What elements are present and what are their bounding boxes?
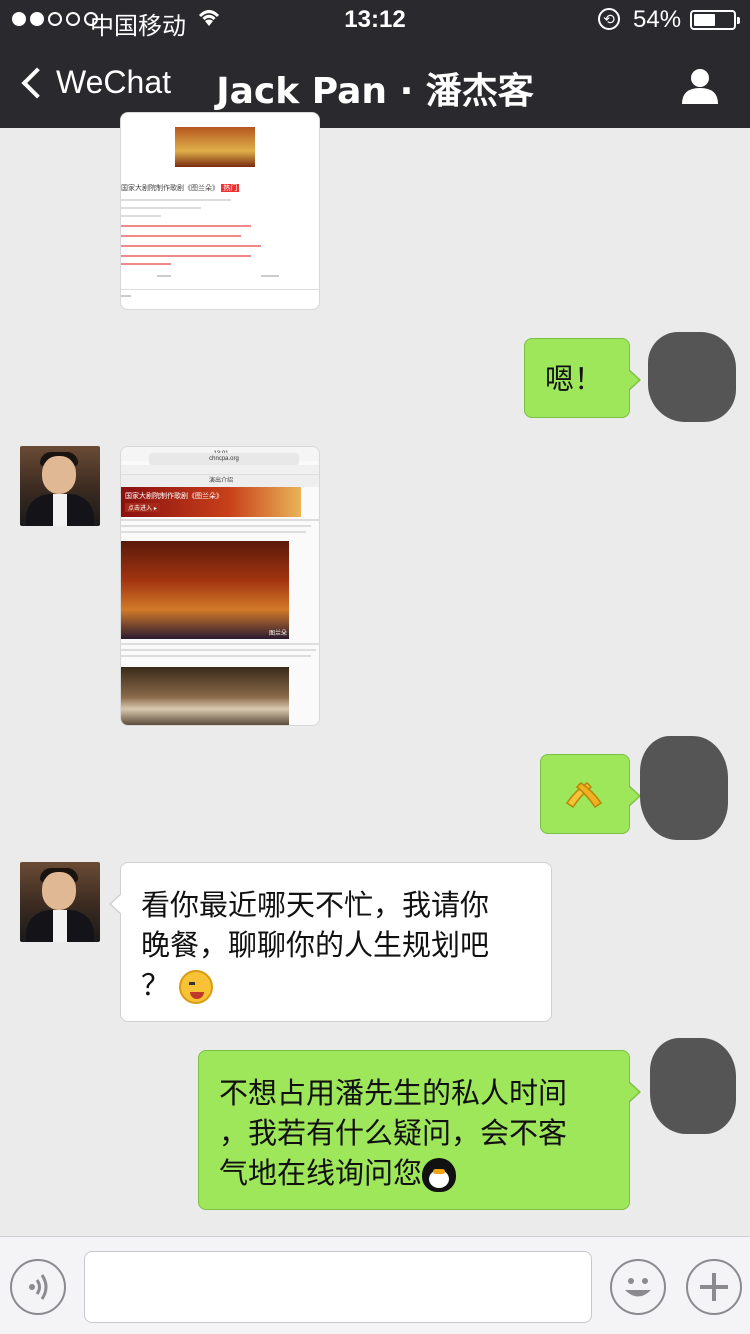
image-message[interactable]: 国家大剧院制作歌剧《图兰朵》 热门 <box>120 112 320 310</box>
wink-emoji-icon <box>179 970 214 1004</box>
battery-icon <box>690 10 740 30</box>
shot-banner-title: 国家大剧院制作歌剧《图兰朵》 <box>125 492 223 500</box>
image-message[interactable]: 13:01 chncpa.org 演出介绍 国家大剧院制作歌剧《图兰朵》 点击进… <box>120 446 320 726</box>
shot-caption: 图兰朵 <box>268 630 287 637</box>
shot-tag: 热门 <box>221 184 240 192</box>
voice-button[interactable] <box>10 1259 66 1315</box>
shot-banner-button: 点击进入 ▸ <box>125 503 160 512</box>
rotation-lock-icon: ⟲ <box>598 8 620 30</box>
top-bar: 中国移动 13:12 ⟲ 54% WeChat Jack Pan · 潘杰客 <box>0 0 750 128</box>
person-icon[interactable] <box>680 66 720 106</box>
input-bar <box>0 1236 750 1334</box>
contact-message-bubble[interactable]: 看你最近哪天不忙，我请你 晚餐，聊聊你的人生规划吧 ？ <box>109 862 552 1022</box>
contact-avatar[interactable] <box>20 446 100 526</box>
smiley-icon <box>625 1278 651 1297</box>
qq-penguin-emoji-icon <box>422 1158 457 1192</box>
chat-title: Jack Pan · 潘杰客 <box>216 71 534 112</box>
message-line: ？ <box>141 968 180 1002</box>
clap-sticker-icon <box>565 777 603 821</box>
status-bar: 中国移动 13:12 ⟲ 54% <box>0 0 750 40</box>
emoji-button[interactable] <box>610 1259 666 1315</box>
shot-section: 演出介绍 <box>121 475 319 487</box>
my-message-bubble[interactable]: 不想占用潘先生的私人时间 ，我若有什么疑问，会不客 气地在线询问您 <box>198 1050 641 1210</box>
voice-icon <box>29 1274 48 1300</box>
redacted-avatar <box>640 736 728 840</box>
message-line: 看你最近哪天不忙，我请你 <box>141 888 490 922</box>
message-line: ，我若有什么疑问，会不客 <box>219 1116 568 1150</box>
plus-icon <box>700 1273 728 1301</box>
contact-avatar[interactable] <box>20 862 100 942</box>
battery-percent: 54% <box>633 6 682 33</box>
shot-headline: 国家大剧院制作歌剧《图兰朵》 <box>121 184 219 192</box>
message-input[interactable] <box>84 1251 592 1323</box>
redacted-avatar <box>648 332 736 422</box>
shot-url: chncpa.org <box>149 453 299 465</box>
my-message-bubble[interactable] <box>540 754 641 834</box>
message-line: 不想占用潘先生的私人时间 <box>219 1076 568 1110</box>
navigation-bar: WeChat Jack Pan · 潘杰客 <box>0 40 750 128</box>
message-line: 气地在线询问您 <box>219 1156 423 1190</box>
message-line: 晚餐，聊聊你的人生规划吧 <box>141 928 490 962</box>
message-text: 嗯！ <box>545 362 604 396</box>
redacted-avatar <box>650 1038 736 1134</box>
my-message-bubble[interactable]: 嗯！ <box>524 338 641 418</box>
more-button[interactable] <box>686 1259 742 1315</box>
